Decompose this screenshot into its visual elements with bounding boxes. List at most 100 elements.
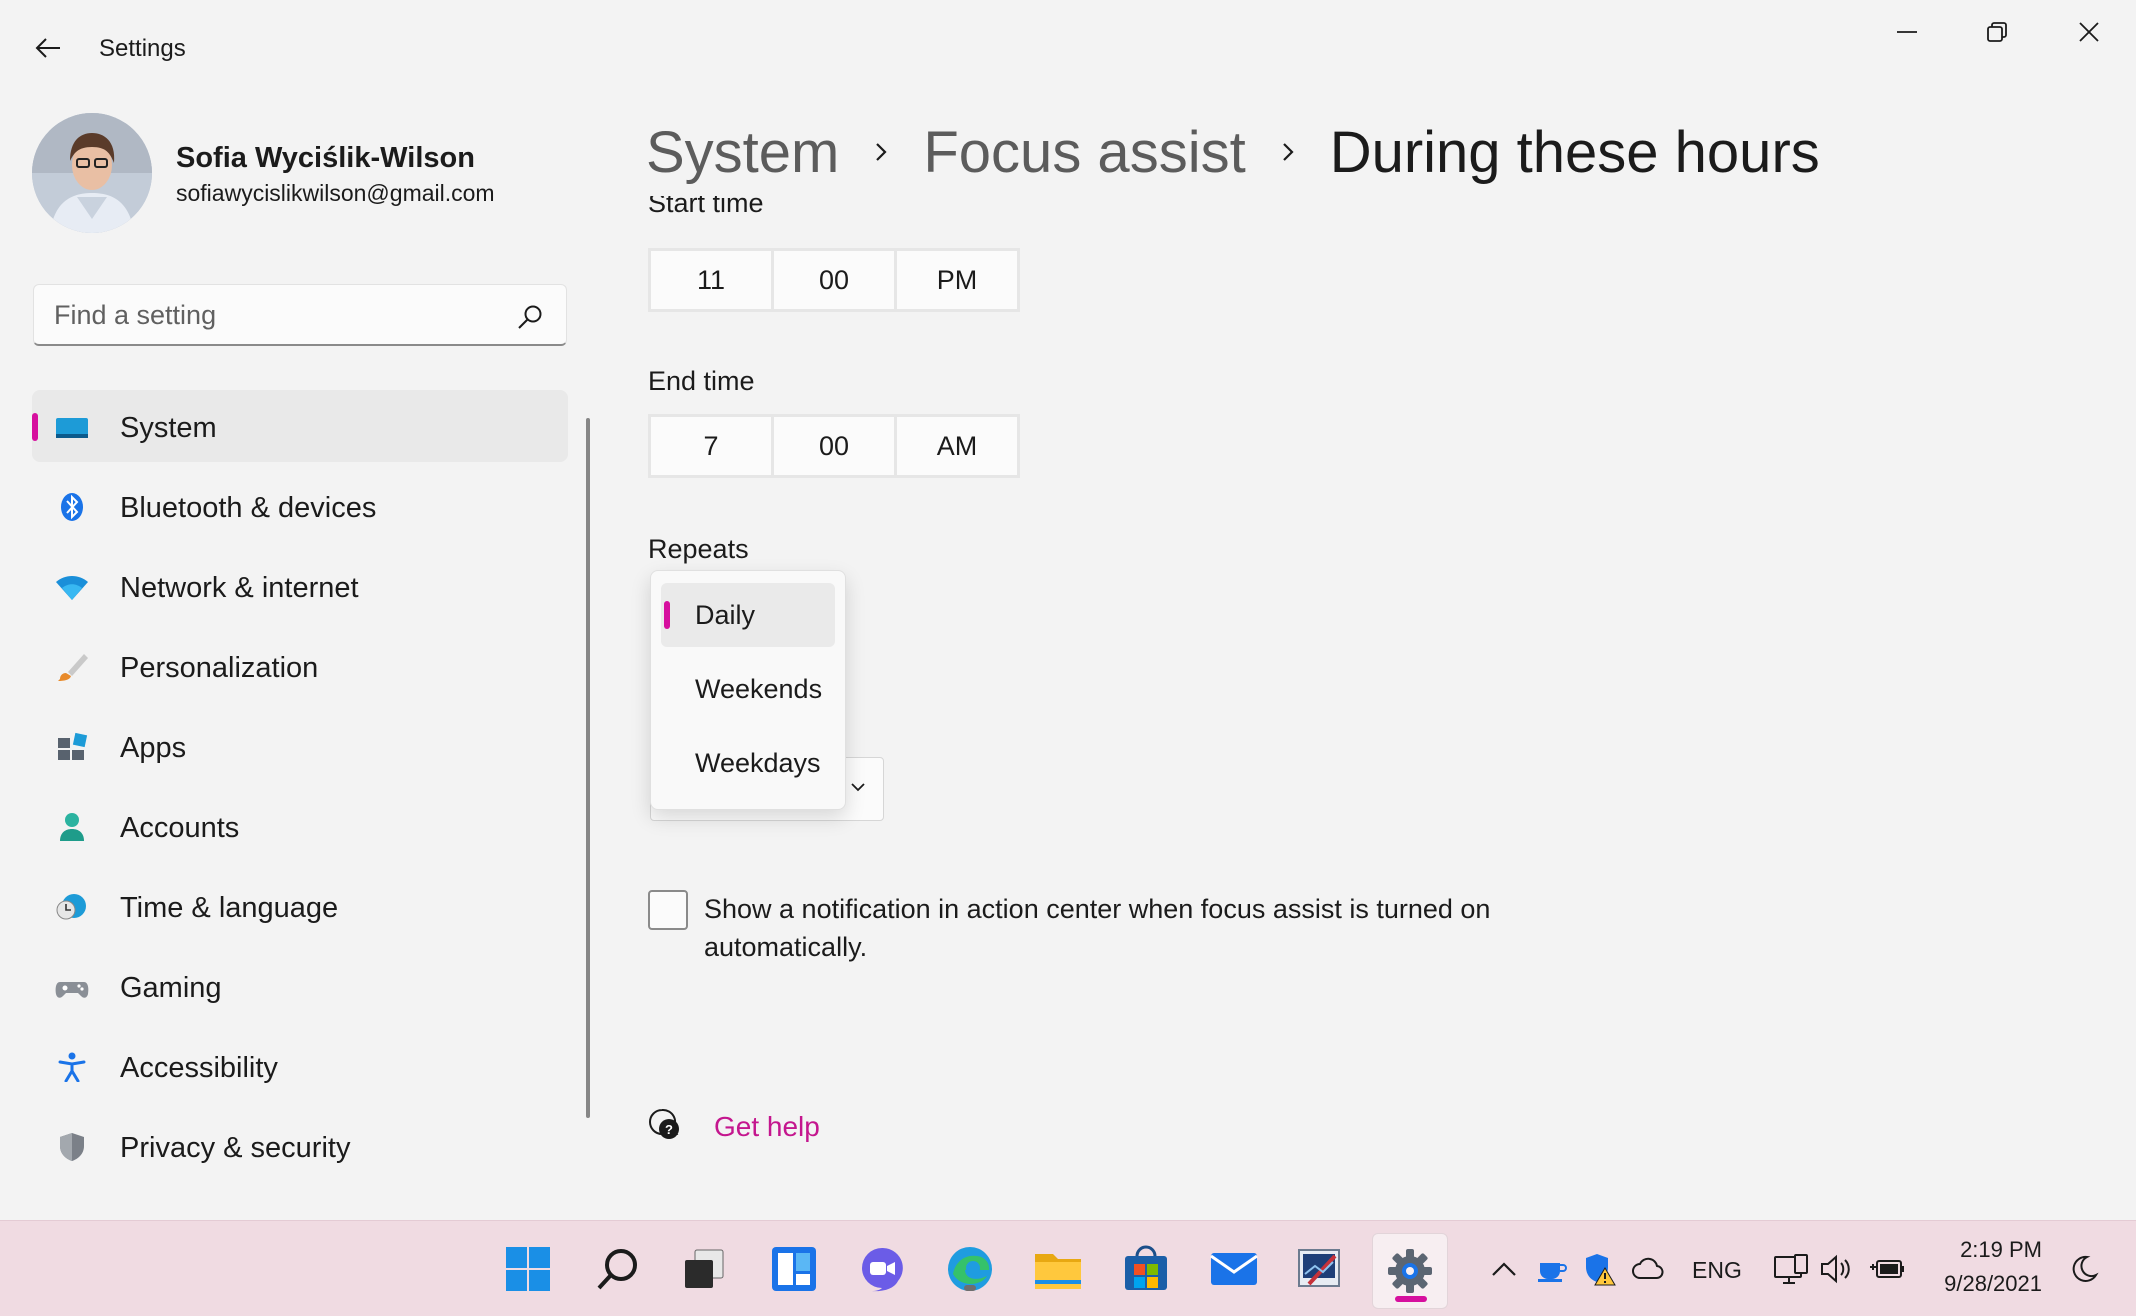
start-period[interactable]: PM: [897, 251, 1017, 309]
wifi-icon: [56, 576, 88, 600]
close-button[interactable]: [2044, 0, 2134, 64]
clock-time[interactable]: 2:19 PM: [1920, 1237, 2042, 1263]
search-icon: [597, 1249, 637, 1290]
search-input[interactable]: [54, 295, 514, 335]
bluetooth-icon: [61, 493, 83, 521]
sidebar-item-system[interactable]: System: [32, 390, 568, 462]
sidebar-item-label: Privacy & security: [120, 1132, 351, 1164]
monitor-icon: [56, 418, 88, 438]
end-time-picker[interactable]: 7 00 AM: [648, 414, 1020, 478]
tray-volume[interactable]: [1818, 1249, 1854, 1289]
file-explorer-button[interactable]: [1030, 1241, 1086, 1297]
chevron-up-icon: [1492, 1262, 1516, 1276]
selection-indicator: [664, 601, 670, 629]
sidebar-item-label: Network & internet: [120, 572, 359, 604]
sidebar-item-label: Gaming: [120, 972, 222, 1004]
search-icon[interactable]: [516, 303, 544, 331]
active-indicator: [1395, 1296, 1427, 1302]
apps-icon: [58, 732, 88, 760]
paint-button[interactable]: [1292, 1241, 1348, 1297]
end-hour[interactable]: 7: [651, 417, 774, 475]
clock-date[interactable]: 9/28/2021: [1920, 1271, 2042, 1297]
page-title: During these hours: [1329, 119, 1820, 185]
sidebar-item-label: Accessibility: [120, 1052, 278, 1084]
running-indicator: [964, 1285, 976, 1291]
focus-assist-button[interactable]: [2064, 1249, 2104, 1289]
chat-icon: [862, 1247, 903, 1292]
widgets-button[interactable]: [766, 1241, 822, 1297]
sidebar-item-time-language[interactable]: Time & language: [32, 870, 568, 942]
cloud-icon: [1632, 1257, 1664, 1279]
start-hour[interactable]: 11: [651, 251, 774, 309]
volume-muted-icon: [1821, 1254, 1850, 1284]
chevron-right-icon: [1246, 140, 1330, 164]
gamepad-icon: [55, 982, 89, 998]
profile-name: Sofia Wyciślik-Wilson: [176, 142, 475, 174]
sidebar-item-gaming[interactable]: Gaming: [32, 950, 568, 1022]
moon-icon: [2072, 1255, 2099, 1282]
repeats-option-weekends[interactable]: Weekends: [661, 657, 835, 721]
arrow-left-icon: [35, 38, 60, 58]
person-icon: [60, 813, 84, 841]
sidebar-item-apps[interactable]: Apps: [32, 710, 568, 782]
minimize-icon: [1897, 31, 1917, 33]
back-button[interactable]: [24, 24, 72, 72]
end-time-label: End time: [648, 366, 755, 396]
sidebar-item-network[interactable]: Network & internet: [32, 550, 568, 622]
option-label: Weekdays: [695, 747, 821, 778]
start-button[interactable]: [500, 1241, 556, 1297]
settings-icon: [1388, 1249, 1432, 1293]
sidebar-item-label: Time & language: [120, 892, 339, 924]
sidebar-item-label: System: [120, 412, 217, 444]
get-help-link[interactable]: Get help: [714, 1111, 820, 1143]
restore-button[interactable]: [1952, 0, 2042, 64]
svg-text:?: ?: [665, 1122, 673, 1137]
search-box[interactable]: [33, 284, 567, 346]
end-minute[interactable]: 00: [774, 417, 897, 475]
mail-button[interactable]: [1206, 1241, 1262, 1297]
notification-checkbox[interactable]: [648, 890, 688, 930]
start-time-picker[interactable]: 11 00 PM: [648, 248, 1020, 312]
task-view-button[interactable]: [676, 1241, 732, 1297]
paint-icon: [1298, 1249, 1340, 1287]
sidebar-item-label: Bluetooth & devices: [120, 492, 377, 524]
sidebar-item-accounts[interactable]: Accounts: [32, 790, 568, 862]
repeats-option-daily[interactable]: Daily: [661, 583, 835, 647]
language-indicator[interactable]: ENG: [1692, 1257, 1742, 1284]
chat-button[interactable]: [854, 1241, 910, 1297]
avatar[interactable]: [32, 113, 152, 233]
breadcrumb-system[interactable]: System: [646, 119, 839, 186]
accessibility-icon: [58, 1052, 86, 1082]
sidebar-item-label: Accounts: [120, 812, 240, 844]
notification-label[interactable]: Show a notification in action center whe…: [704, 890, 1604, 966]
store-icon: [1125, 1245, 1167, 1290]
start-minute[interactable]: 00: [774, 251, 897, 309]
edge-button[interactable]: [942, 1241, 998, 1297]
minimize-button[interactable]: [1862, 0, 1952, 64]
repeats-option-weekdays[interactable]: Weekdays: [661, 731, 835, 795]
brush-icon: [58, 654, 88, 681]
coffee-cup-icon: [1538, 1263, 1567, 1282]
show-hidden-icons-button[interactable]: [1484, 1249, 1524, 1289]
sidebar-item-bluetooth[interactable]: Bluetooth & devices: [32, 470, 568, 542]
breadcrumb-focus-assist[interactable]: Focus assist: [923, 119, 1245, 186]
tray-network[interactable]: [1772, 1249, 1810, 1289]
end-period[interactable]: AM: [897, 417, 1017, 475]
settings-button[interactable]: [1372, 1233, 1448, 1309]
sidebar-item-privacy[interactable]: Privacy & security: [32, 1110, 568, 1182]
sidebar-item-accessibility[interactable]: Accessibility: [32, 1030, 568, 1102]
store-button[interactable]: [1118, 1241, 1174, 1297]
help-chat-icon[interactable]: ?: [646, 1106, 682, 1142]
battery-charging-icon: [1870, 1260, 1904, 1278]
tray-onedrive[interactable]: [1630, 1249, 1666, 1289]
task-view-icon: [685, 1249, 724, 1288]
sidebar-scrollbar[interactable]: [586, 418, 590, 1118]
tray-security[interactable]: [1582, 1249, 1618, 1289]
sidebar-item-personalization[interactable]: Personalization: [32, 630, 568, 702]
tray-battery[interactable]: [1868, 1249, 1908, 1289]
tray-coffee[interactable]: [1534, 1249, 1570, 1289]
breadcrumb: System Focus assist During these hours: [646, 112, 1820, 192]
start-time-label: Start time: [648, 196, 764, 218]
widgets-icon: [772, 1247, 816, 1291]
taskbar-search-button[interactable]: [590, 1241, 646, 1297]
